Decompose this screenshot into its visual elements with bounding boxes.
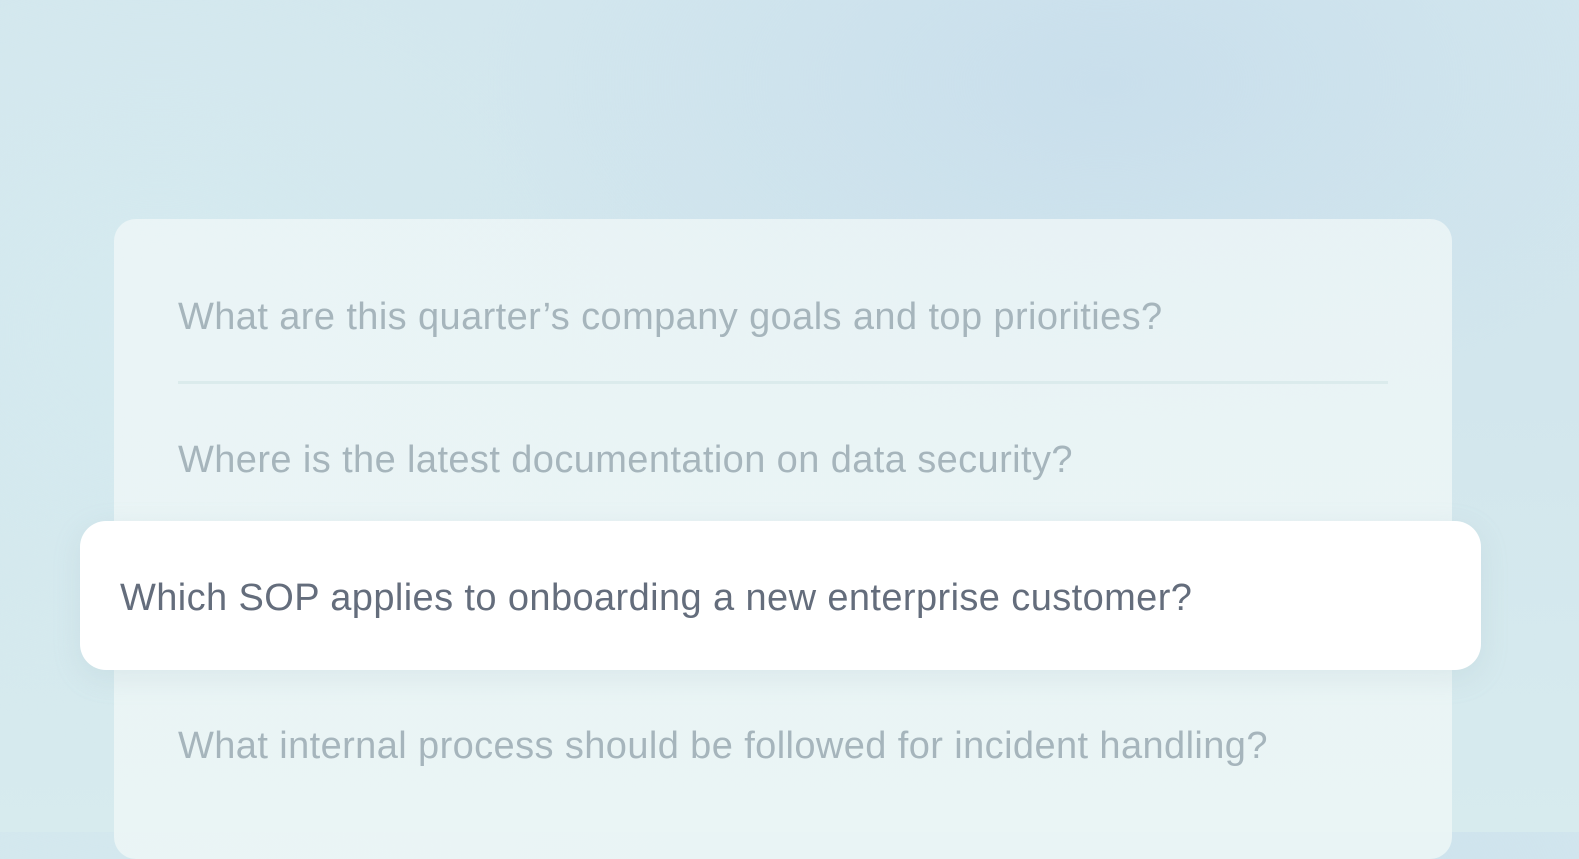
question-item-data-security[interactable]: Where is the latest documentation on dat… bbox=[178, 441, 1073, 479]
question-item-incident-handling[interactable]: What internal process should be followed… bbox=[178, 727, 1268, 765]
question-item-company-goals[interactable]: What are this quarter’s company goals an… bbox=[178, 298, 1163, 336]
divider bbox=[178, 381, 1388, 384]
question-item-label: Which SOP applies to onboarding a new en… bbox=[120, 577, 1193, 619]
question-item-onboarding-sop-selected[interactable]: Which SOP applies to onboarding a new en… bbox=[80, 521, 1481, 670]
